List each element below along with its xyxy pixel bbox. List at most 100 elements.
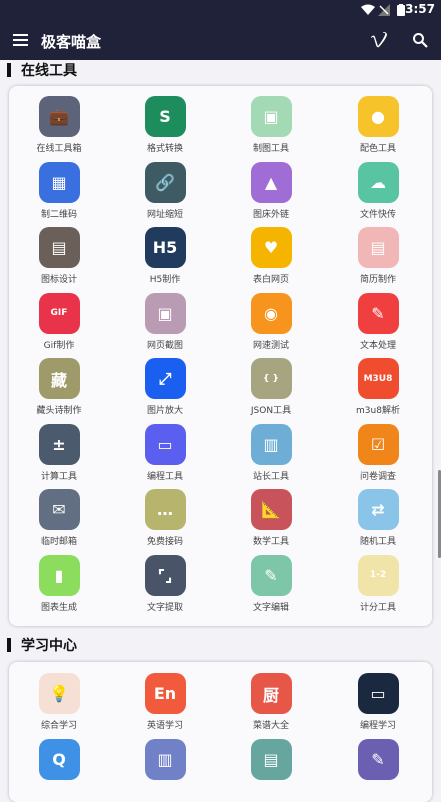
icon-glyph: ☁: [370, 172, 386, 192]
tool-tile[interactable]: 📐 数学工具: [221, 489, 321, 547]
tool-tile[interactable]: ▲ 图床外链: [221, 161, 321, 220]
icon-glyph: 厨: [262, 685, 279, 705]
link-icon: 🔗: [144, 161, 186, 203]
icon-glyph: ▤: [263, 749, 279, 769]
tool-label: 网址缩短: [146, 209, 183, 220]
tool-tile[interactable]: ▤: [221, 738, 321, 784]
cloud-upload-icon: ☁: [357, 161, 399, 203]
icon-glyph: Q: [52, 749, 66, 769]
tool-tile[interactable]: 💡 综合学习: [9, 673, 109, 731]
math-icon: 📐: [250, 489, 292, 530]
tool-tile[interactable]: ⌜⌟ 文字提取: [115, 554, 215, 613]
icon-glyph: 藏: [50, 370, 67, 390]
gif-icon: GIF: [38, 292, 80, 334]
icon-glyph: M3U8: [363, 373, 393, 384]
icon-glyph: 💼: [49, 107, 69, 126]
section-learning-center: 学习中心: [0, 636, 77, 654]
tool-tile[interactable]: ☁ 文件快传: [328, 161, 428, 220]
tool-tile[interactable]: ☑ 问卷调查: [328, 423, 428, 482]
tool-tile[interactable]: ± 计算工具: [9, 423, 109, 482]
tool-tile[interactable]: 藏藏头诗制作: [9, 358, 109, 416]
icon-glyph: …: [157, 500, 173, 519]
tool-tile[interactable]: En 英语学习: [115, 673, 215, 731]
tool-label: 免费接码: [146, 537, 183, 547]
tool-label: 菜谱大全: [252, 721, 289, 731]
icon-glyph: 🔗: [155, 172, 175, 192]
tool-tile[interactable]: 1-2 计分工具: [328, 554, 428, 613]
icon-glyph: ▦: [51, 172, 67, 192]
icon-glyph: 📐: [261, 500, 281, 519]
chart-gen-icon: ▮: [38, 554, 80, 596]
icon-glyph: ▤: [370, 238, 386, 257]
menu-icon[interactable]: [13, 34, 28, 46]
icon-glyph: ♥: [263, 238, 279, 257]
icon-glyph: ▭: [370, 684, 386, 703]
tool-tile[interactable]: 🔗 网址缩短: [115, 161, 215, 220]
monitor-icon: ▭: [144, 423, 186, 465]
tool-tile[interactable]: GIF Gif制作: [9, 292, 109, 351]
tool-tile[interactable]: ▤ 图标设计: [9, 227, 109, 285]
tool-label: 网速测试: [252, 340, 289, 351]
heart-icon: ♥: [250, 227, 292, 268]
tool-tile[interactable]: ▥: [115, 738, 215, 784]
tool-tile[interactable]: ✎: [328, 738, 428, 784]
tool-tile[interactable]: ▣ 制图工具: [221, 96, 321, 154]
tool-label: 随机工具: [359, 537, 396, 547]
tool-tile[interactable]: ✎ 文本处理: [328, 292, 428, 351]
shuffle-icon: ⇄: [357, 489, 399, 530]
icon-glyph: ◉: [264, 303, 278, 323]
icon-glyph: ⇄: [371, 500, 385, 519]
tool-tile[interactable]: ♥ 表白网页: [221, 227, 321, 285]
briefcase-icon: 💼: [38, 96, 80, 137]
icon-glyph: ±: [52, 434, 66, 454]
tool-tile[interactable]: ⇄ 随机工具: [328, 489, 428, 547]
icon-glyph: ✎: [371, 303, 385, 323]
icon-glyph: ▥: [157, 749, 173, 769]
tool-tile[interactable]: ⤢ 图片放大: [115, 358, 215, 416]
status-time: 3:57: [405, 2, 435, 16]
search-icon[interactable]: [412, 32, 428, 48]
calculator-icon: ±: [38, 423, 80, 465]
icon-glyph: { }: [263, 373, 279, 384]
app-title: 极客喵盒: [41, 33, 102, 51]
icon-glyph: ●: [371, 107, 385, 126]
icon-glyph: ✎: [371, 749, 385, 769]
image-tool-icon: ▣: [250, 96, 292, 137]
laptop-icon: ▭: [357, 673, 399, 714]
english-icon: En: [144, 673, 186, 714]
convert-icon: S: [144, 96, 186, 137]
recipe-icon: 厨: [250, 673, 292, 714]
tool-label: 格式转换: [146, 144, 183, 154]
tool-tile[interactable]: ◉ 网速测试: [221, 292, 321, 351]
tool-label: JSON工具: [250, 406, 292, 416]
tool-tile[interactable]: ▤ 简历制作: [328, 227, 428, 285]
tool-tile[interactable]: Q: [9, 738, 109, 784]
speedtest-icon: ◉: [250, 292, 292, 334]
tool-tile[interactable]: M3U8 m3u8解析: [328, 358, 428, 416]
tool-tile[interactable]: ▣ 网页截图: [115, 292, 215, 351]
text-editor-icon: ✎: [250, 554, 292, 596]
tool-tile[interactable]: ▦ 制二维码: [9, 161, 109, 220]
tool-tile[interactable]: ▭ 编程学习: [328, 673, 428, 731]
tool-tile[interactable]: ✎ 文字编辑: [221, 554, 321, 613]
vimeo-icon[interactable]: [370, 32, 388, 48]
tool-tile[interactable]: 厨菜谱大全: [221, 673, 321, 731]
icon-design-icon: ▤: [38, 227, 80, 268]
tool-tile[interactable]: … 免费接码: [115, 489, 215, 547]
tool-tile[interactable]: { } JSON工具: [221, 358, 321, 416]
tool-tile[interactable]: ● 配色工具: [328, 96, 428, 154]
sms-icon: …: [144, 489, 186, 530]
tool-label: 制图工具: [252, 144, 289, 154]
tool-tile[interactable]: H5 H5制作: [115, 227, 215, 285]
tool-tile[interactable]: ▥ 站长工具: [221, 423, 321, 482]
icon-glyph: 💡: [49, 684, 69, 703]
tool-tile[interactable]: ▭ 编程工具: [115, 423, 215, 482]
tool-label: 编程学习: [359, 721, 396, 731]
tool-tile[interactable]: ▮ 图表生成: [9, 554, 109, 613]
tool-tile[interactable]: S 格式转换: [115, 96, 215, 154]
tool-label: 图片放大: [146, 406, 183, 416]
status-bar: 3:57: [0, 0, 441, 20]
icon-glyph: ▲: [264, 172, 278, 192]
tool-tile[interactable]: 💼 在线工具箱: [9, 96, 109, 154]
tool-tile[interactable]: ✉ 临时邮箱: [9, 489, 109, 547]
